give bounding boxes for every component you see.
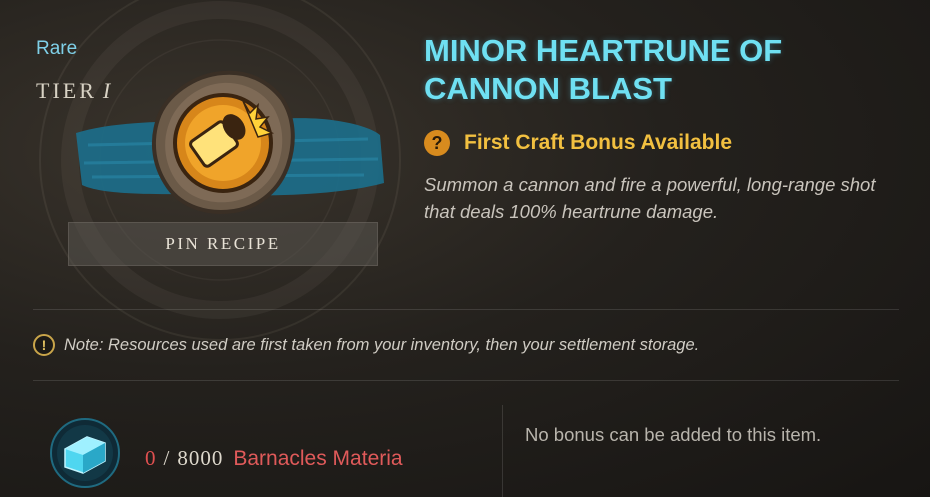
material-have-count: 0 bbox=[145, 446, 156, 470]
first-craft-bonus-text: First Craft Bonus Available bbox=[464, 131, 732, 154]
material-separator: / bbox=[163, 446, 170, 470]
tier-value: I bbox=[102, 78, 114, 103]
resource-note: ! Note: Resources used are first taken f… bbox=[33, 334, 699, 356]
item-description: Summon a cannon and fire a powerful, lon… bbox=[424, 174, 876, 222]
first-craft-bonus: ? First Craft Bonus Available bbox=[424, 130, 732, 156]
pin-recipe-button[interactable]: PIN RECIPE bbox=[68, 222, 378, 266]
tier-label: TIER bbox=[36, 78, 97, 103]
no-bonus-message: No bonus can be added to this item. bbox=[525, 424, 822, 445]
note-text: Note: Resources used are first taken fro… bbox=[64, 335, 700, 354]
divider-bottom bbox=[33, 380, 899, 381]
materia-crystal-icon[interactable] bbox=[49, 417, 121, 489]
item-rarity: Rare bbox=[36, 38, 78, 59]
divider-top bbox=[33, 309, 899, 310]
item-tier: TIER I bbox=[36, 78, 113, 104]
material-name: Barnacles Materia bbox=[233, 447, 403, 470]
item-title: MINOR HEARTRUNE OF CANNON BLAST bbox=[424, 33, 783, 106]
material-need-count: 8000 bbox=[177, 446, 224, 470]
vertical-divider bbox=[502, 405, 503, 497]
material-requirement: 0 / 8000 Barnacles Materia bbox=[145, 446, 403, 471]
cannon-blast-rune-icon bbox=[151, 70, 295, 214]
question-icon[interactable]: ? bbox=[424, 130, 450, 156]
exclamation-icon: ! bbox=[33, 334, 55, 356]
